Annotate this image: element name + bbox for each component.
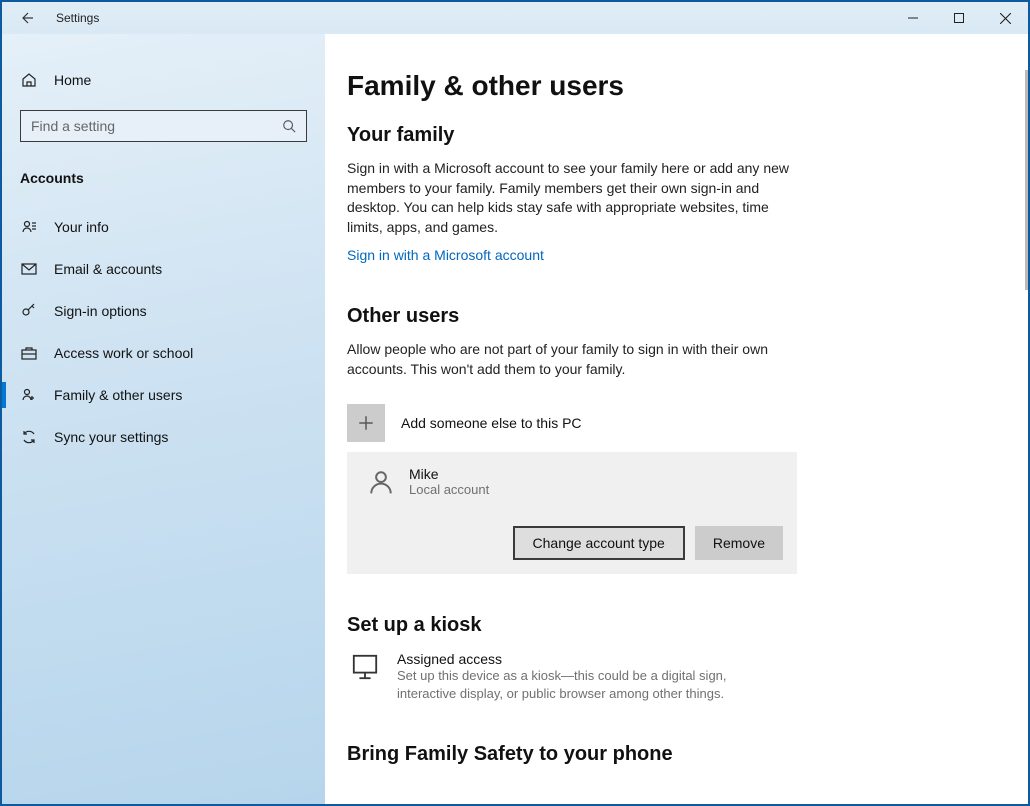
kiosk-desc: Set up this device as a kiosk—this could… <box>397 667 767 703</box>
sidebar-item-signin[interactable]: Sign-in options <box>2 290 325 332</box>
add-user-label: Add someone else to this PC <box>401 415 582 431</box>
section-title-family: Your family <box>347 124 1006 147</box>
sidebar-home[interactable]: Home <box>2 64 325 96</box>
sidebar-home-label: Home <box>54 72 91 88</box>
scrollbar[interactable] <box>1025 70 1028 290</box>
briefcase-icon <box>20 345 38 361</box>
sidebar-item-label: Email & accounts <box>54 261 162 277</box>
user-type: Local account <box>409 482 489 497</box>
main-content: Family & other users Your family Sign in… <box>325 34 1028 804</box>
sidebar-item-email[interactable]: Email & accounts <box>2 248 325 290</box>
kiosk-icon <box>347 651 383 681</box>
section-body-family: Sign in with a Microsoft account to see … <box>347 159 807 237</box>
kiosk-subtitle: Assigned access <box>397 651 767 667</box>
section-body-other: Allow people who are not part of your fa… <box>347 340 807 379</box>
section-title-kiosk: Set up a kiosk <box>347 614 1006 637</box>
section-title-other: Other users <box>347 305 1006 328</box>
search-icon <box>282 119 296 133</box>
sidebar-item-label: Sign-in options <box>54 303 147 319</box>
remove-user-button[interactable]: Remove <box>695 526 783 560</box>
add-user-row[interactable]: Add someone else to this PC <box>347 404 1006 442</box>
sidebar-item-work[interactable]: Access work or school <box>2 332 325 374</box>
key-icon <box>20 303 38 319</box>
sidebar-item-label: Access work or school <box>54 345 193 361</box>
sidebar-category: Accounts <box>2 160 325 194</box>
change-account-type-button[interactable]: Change account type <box>513 526 685 560</box>
sync-icon <box>20 429 38 445</box>
sidebar-item-label: Your info <box>54 219 109 235</box>
search-box[interactable] <box>20 110 307 142</box>
user-name: Mike <box>409 466 489 482</box>
home-icon <box>20 72 38 88</box>
sidebar-item-family[interactable]: Family & other users <box>2 374 325 416</box>
search-input[interactable] <box>31 118 282 134</box>
section-title-family-safety: Bring Family Safety to your phone <box>347 743 1006 766</box>
avatar-icon <box>365 466 397 498</box>
kiosk-row[interactable]: Assigned access Set up this device as a … <box>347 651 1006 703</box>
titlebar: Settings <box>2 2 1028 34</box>
close-button[interactable] <box>982 2 1028 34</box>
window-controls <box>890 2 1028 34</box>
user-card[interactable]: Mike Local account Change account type R… <box>347 452 797 574</box>
signin-link[interactable]: Sign in with a Microsoft account <box>347 247 544 263</box>
person-icon <box>20 219 38 235</box>
sidebar-item-label: Family & other users <box>54 387 182 403</box>
sidebar-item-sync[interactable]: Sync your settings <box>2 416 325 458</box>
maximize-button[interactable] <box>936 2 982 34</box>
back-button[interactable] <box>18 10 34 26</box>
mail-icon <box>20 261 38 277</box>
sidebar: Home Accounts Your info <box>2 34 325 804</box>
people-icon <box>20 387 38 403</box>
minimize-button[interactable] <box>890 2 936 34</box>
sidebar-item-your-info[interactable]: Your info <box>2 206 325 248</box>
plus-icon <box>347 404 385 442</box>
page-title: Family & other users <box>347 70 1006 102</box>
sidebar-item-label: Sync your settings <box>54 429 168 445</box>
window-title: Settings <box>56 11 99 25</box>
